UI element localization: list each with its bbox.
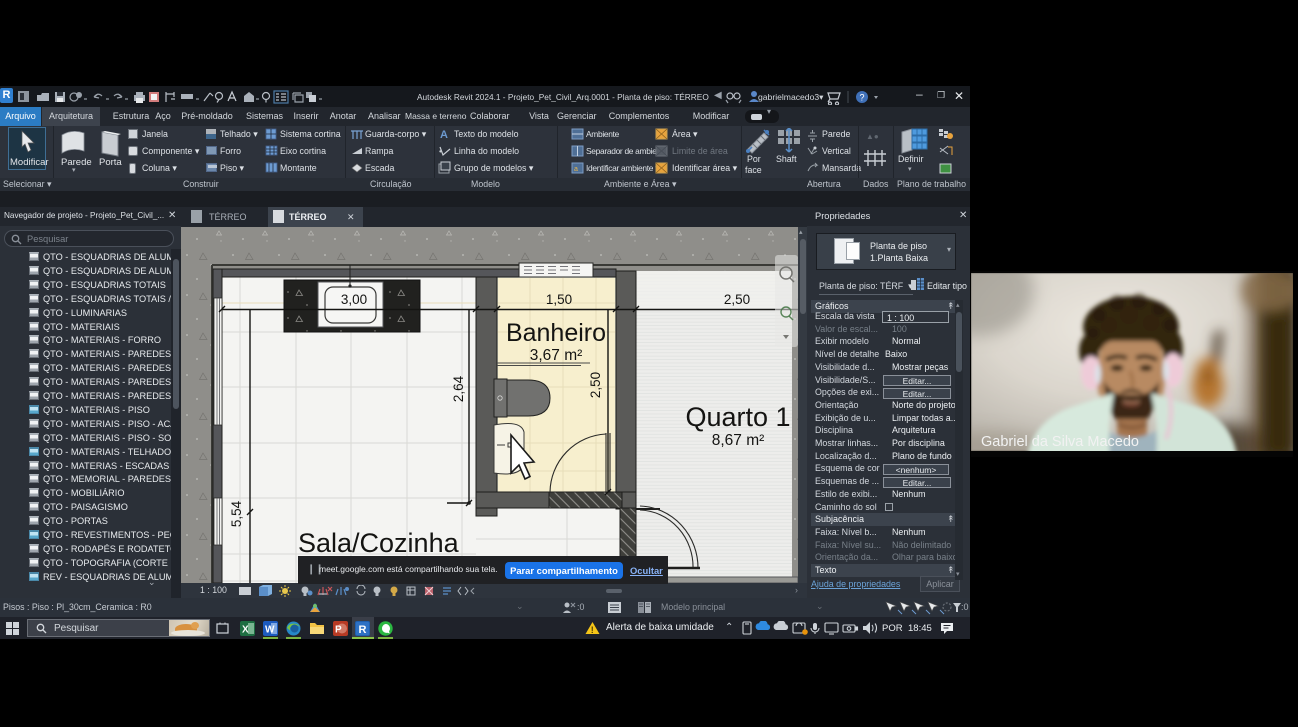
svg-text:W: W — [265, 625, 275, 636]
svg-text:Gabriel da Silva Macedo: Gabriel da Silva Macedo — [981, 434, 1139, 450]
svg-text:2,64: 2,64 — [451, 375, 466, 402]
svg-text:!: ! — [591, 625, 594, 635]
svg-text:?: ? — [859, 93, 864, 103]
svg-text:3,67 m²: 3,67 m² — [530, 347, 583, 364]
svg-text:X: X — [242, 625, 249, 636]
svg-text:2,50: 2,50 — [724, 292, 750, 307]
svg-text:R: R — [359, 624, 367, 636]
svg-text:8,67 m²: 8,67 m² — [712, 432, 765, 449]
svg-text:Quarto 1: Quarto 1 — [685, 402, 790, 432]
svg-text:Sala/Cozinha: Sala/Cozinha — [298, 528, 460, 558]
svg-text:•: • — [439, 147, 442, 156]
svg-text:5,54: 5,54 — [229, 500, 244, 527]
svg-text:Banheiro: Banheiro — [506, 319, 606, 347]
svg-text:1,50: 1,50 — [546, 292, 572, 307]
svg-text:a: a — [574, 166, 578, 173]
svg-text:3,00: 3,00 — [341, 292, 367, 307]
svg-text:A: A — [440, 129, 448, 141]
svg-text:P: P — [335, 625, 342, 636]
svg-text:2,50: 2,50 — [588, 372, 603, 398]
